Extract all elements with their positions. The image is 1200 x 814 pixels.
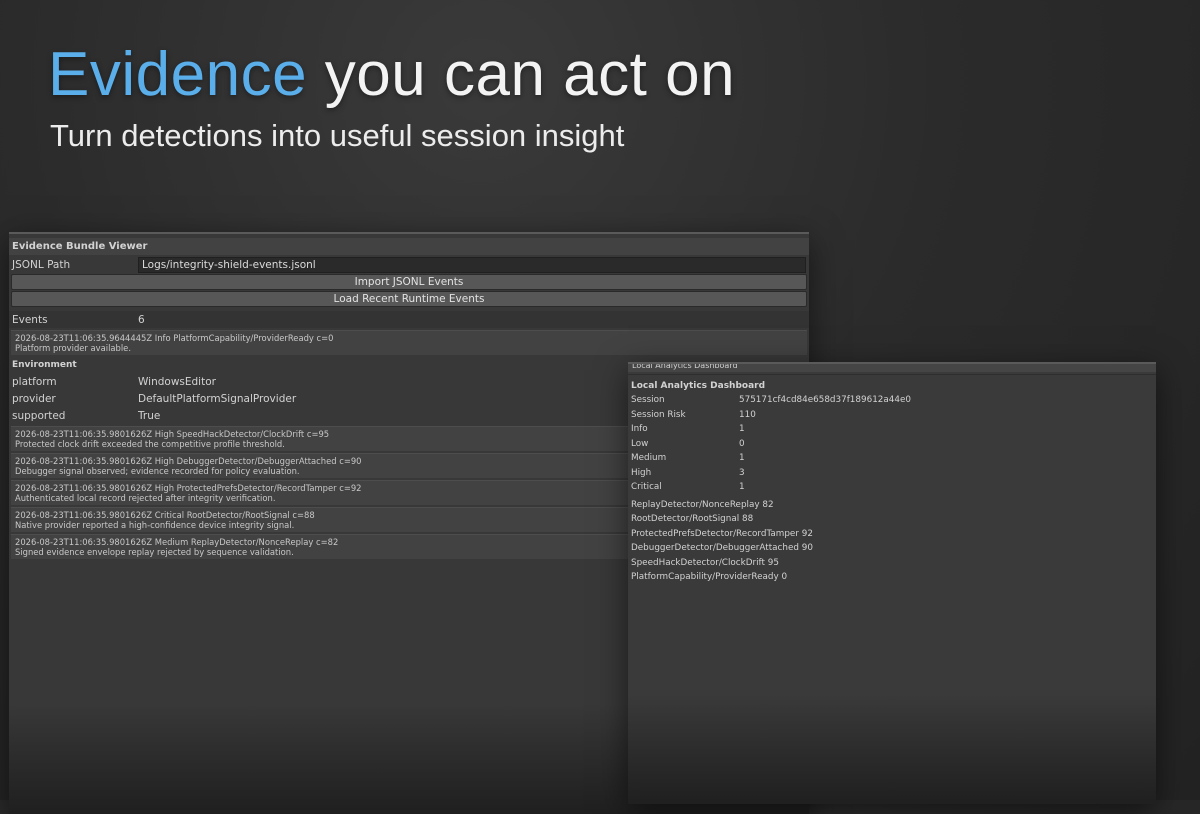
- stat-key: Session: [631, 395, 665, 406]
- stat-value: 0: [739, 438, 745, 449]
- viewer-title: Evidence Bundle Viewer: [9, 238, 809, 255]
- stat-value: 110: [739, 409, 756, 420]
- stat-key: Medium: [631, 453, 667, 464]
- stat-key: Critical: [631, 482, 662, 493]
- event-entry-message: Platform provider available.: [15, 343, 132, 353]
- environment-key: provider: [12, 392, 56, 405]
- detector-score-line: ProtectedPrefsDetector/RecordTamper 92: [631, 528, 813, 539]
- stat-row-session-risk: Session Risk 110: [628, 408, 1156, 423]
- dashboard-window-tab[interactable]: Local Analytics Dashboard: [628, 364, 1156, 372]
- stat-value: 575171cf4cd84e658d37f189612a44e0: [739, 395, 911, 406]
- environment-value: DefaultPlatformSignalProvider: [138, 392, 297, 405]
- detector-score-line: PlatformCapability/ProviderReady 0: [631, 572, 788, 582]
- hero-subtitle: Turn detections into useful session insi…: [50, 118, 625, 153]
- hero-title: Evidence you can act on: [48, 38, 735, 112]
- detector-score-line: DebuggerDetector/DebuggerAttached 90: [631, 543, 813, 553]
- stat-value: 1: [739, 424, 745, 435]
- detector-score-line: RootDetector/RootSignal 88: [631, 514, 754, 524]
- stat-row-info: Info 1: [628, 422, 1156, 437]
- stat-key: Session Risk: [631, 409, 686, 420]
- detector-score-line: SpeedHackDetector/ClockDrift 95: [631, 557, 779, 568]
- events-count-row: Events 6: [9, 311, 809, 328]
- events-label: Events: [12, 313, 48, 326]
- hero-title-accent: Evidence: [48, 40, 308, 109]
- local-analytics-dashboard-panel: Local Analytics Dashboard Local Analytic…: [628, 362, 1156, 804]
- detector-score-line: ReplayDetector/NonceReplay 82: [631, 499, 774, 510]
- stat-row-high: High 3: [628, 466, 1156, 481]
- event-entry[interactable]: 2026-08-23T11:06:35.9644445Z Info Platfo…: [11, 330, 807, 355]
- load-recent-events-button[interactable]: Load Recent Runtime Events: [11, 291, 807, 307]
- stat-key: Info: [631, 424, 648, 435]
- environment-value: True: [138, 409, 161, 422]
- stat-row-low: Low 0: [628, 437, 1156, 452]
- hero-title-rest: you can act on: [307, 40, 736, 109]
- event-entry-header: 2026-08-23T11:06:35.9644445Z Info Platfo…: [15, 333, 334, 343]
- environment-key: supported: [12, 409, 66, 422]
- import-jsonl-button[interactable]: Import JSONL Events: [11, 274, 807, 290]
- dashboard-title: Local Analytics Dashboard: [628, 374, 1156, 393]
- jsonl-path-row: JSONL Path Logs/integrity-shield-events.…: [9, 256, 809, 273]
- stat-row-medium: Medium 1: [628, 451, 1156, 466]
- environment-key: platform: [12, 375, 57, 388]
- events-count: 6: [138, 313, 145, 326]
- stat-value: 3: [739, 467, 745, 478]
- stat-key: Low: [631, 438, 649, 449]
- environment-value: WindowsEditor: [138, 375, 216, 388]
- stat-key: High: [631, 467, 652, 478]
- stat-value: 1: [739, 482, 745, 493]
- stat-row-critical: Critical 1: [628, 480, 1156, 495]
- jsonl-path-label: JSONL Path: [12, 258, 71, 271]
- stat-value: 1: [739, 453, 745, 464]
- jsonl-path-input[interactable]: Logs/integrity-shield-events.jsonl: [138, 256, 806, 273]
- stat-row-session: Session 575171cf4cd84e658d37f189612a44e0: [628, 393, 1156, 408]
